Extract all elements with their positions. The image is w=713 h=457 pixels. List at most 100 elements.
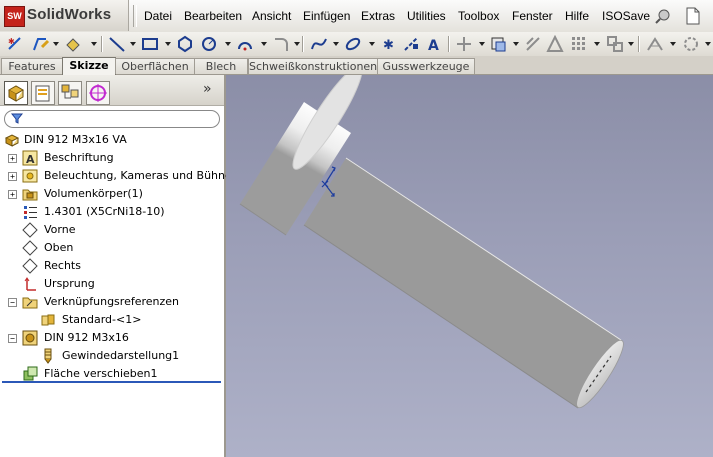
menu-bearbeiten[interactable]: Bearbeiten: [184, 9, 242, 23]
menu-hilfe[interactable]: Hilfe: [565, 9, 589, 23]
svg-text:✱: ✱: [8, 37, 15, 46]
offset-icon[interactable]: [524, 35, 542, 53]
pin-icon[interactable]: [654, 6, 676, 26]
mate-reference-icon: [41, 314, 55, 326]
menu-extras[interactable]: Extras: [361, 9, 395, 23]
plane-icon: [22, 258, 38, 274]
svg-text:A: A: [26, 153, 35, 166]
linear-pattern-icon[interactable]: [570, 35, 588, 53]
ellipse-icon[interactable]: [344, 35, 362, 53]
chevron-down-icon[interactable]: [594, 42, 600, 46]
new-document-icon[interactable]: [682, 6, 704, 26]
chevron-down-icon[interactable]: [513, 42, 519, 46]
configuration-manager-tab-icon[interactable]: [58, 81, 82, 105]
move-face-icon: [23, 366, 38, 381]
menu-ansicht[interactable]: Ansicht: [252, 9, 291, 23]
tab-oberflaechen[interactable]: Oberflächen: [115, 58, 195, 74]
panel-tabs: »: [0, 75, 224, 106]
feature-icon: [22, 330, 38, 346]
tab-schweisskonstruktionen[interactable]: Schweißkonstruktionen: [248, 58, 378, 74]
lights-cameras-icon: [22, 169, 38, 183]
chevron-down-icon[interactable]: [628, 42, 634, 46]
svg-text:A: A: [428, 38, 439, 53]
toolbar-separator: [638, 36, 640, 52]
tree-root-label: DIN 912 M3x16 VA: [24, 133, 127, 146]
tree-item-label: Rechts: [44, 259, 81, 272]
menu-toolbox[interactable]: Toolbox: [458, 9, 499, 23]
tree-item-label: Volumenkörper(1): [44, 187, 143, 200]
chevron-down-icon[interactable]: [670, 42, 676, 46]
convert-entities-icon[interactable]: [490, 35, 508, 53]
chevron-down-icon[interactable]: [479, 42, 485, 46]
chevron-down-icon[interactable]: [705, 42, 711, 46]
chevron-down-icon[interactable]: [91, 42, 97, 46]
display-manager-tab-icon[interactable]: [86, 81, 110, 105]
solidworks-logo-icon: SW: [4, 6, 25, 27]
collapse-icon[interactable]: −: [8, 334, 17, 343]
toolbar-separator: [302, 36, 304, 52]
chevron-down-icon[interactable]: [130, 42, 136, 46]
repair-sketch-icon[interactable]: [682, 35, 700, 53]
feature-manager-tab-icon[interactable]: [4, 81, 28, 105]
app-logo: SW SolidWorks: [0, 0, 129, 31]
chevron-down-icon[interactable]: [225, 42, 231, 46]
chevron-down-icon[interactable]: [369, 42, 375, 46]
tab-features[interactable]: Features: [1, 58, 63, 74]
spline-icon[interactable]: [310, 35, 328, 53]
rollback-bar[interactable]: [2, 381, 221, 383]
point-icon[interactable]: ✱: [380, 35, 398, 53]
relations-icon[interactable]: [646, 35, 664, 53]
text-icon[interactable]: A: [426, 35, 444, 54]
arc-icon[interactable]: [236, 35, 254, 53]
centerline-icon[interactable]: [402, 35, 420, 53]
tree-item-label: Oben: [44, 241, 74, 254]
rectangle-icon[interactable]: [141, 35, 159, 53]
feature-filter-input[interactable]: [4, 110, 220, 128]
chevron-down-icon[interactable]: [333, 42, 339, 46]
expand-panel-icon[interactable]: »: [203, 81, 212, 97]
tab-skizze[interactable]: Skizze: [62, 57, 116, 75]
part-icon: [4, 134, 20, 147]
tree-item-label: Fläche verschieben1: [44, 367, 158, 380]
move-entities-icon[interactable]: [606, 35, 624, 53]
circle-icon[interactable]: [200, 35, 218, 53]
graphics-viewport[interactable]: [226, 75, 713, 457]
tree-item-label: Gewindedarstellung1: [62, 349, 180, 362]
polygon-icon[interactable]: [176, 35, 194, 53]
tree-item-label: DIN 912 M3x16: [44, 331, 129, 344]
mate-references-icon: [22, 297, 38, 309]
tree-item-label: Ursprung: [44, 277, 95, 290]
eraser-icon[interactable]: [64, 35, 82, 53]
tab-gusswerkzeuge[interactable]: Gusswerkzeuge: [377, 58, 475, 74]
expand-icon[interactable]: +: [8, 190, 17, 199]
collapse-icon[interactable]: −: [8, 298, 17, 307]
plane-icon: [22, 222, 38, 238]
chevron-down-icon[interactable]: [53, 42, 59, 46]
sketch-icon[interactable]: [32, 35, 50, 53]
fillet-icon[interactable]: [272, 35, 290, 53]
chevron-down-icon[interactable]: [165, 42, 171, 46]
command-manager-tabs: Features Skizze Oberflächen Blech Schwei…: [0, 56, 713, 75]
trim-icon[interactable]: [455, 35, 473, 53]
screw-model[interactable]: [226, 75, 713, 457]
tree-item-label: Vorne: [44, 223, 76, 236]
property-manager-tab-icon[interactable]: [31, 81, 55, 105]
menu-einfuegen[interactable]: Einfügen: [303, 9, 350, 23]
expand-icon[interactable]: +: [8, 172, 17, 181]
menu-isosave[interactable]: ISOSave: [602, 9, 650, 23]
chevron-down-icon[interactable]: [294, 42, 300, 46]
mirror-icon[interactable]: [546, 34, 564, 53]
menu-fenster[interactable]: Fenster: [512, 9, 553, 23]
plane-icon: [22, 240, 38, 256]
tree-item-label: 1.4301 (X5CrNi18-10): [44, 205, 165, 218]
chevron-down-icon[interactable]: [261, 42, 267, 46]
expand-icon[interactable]: +: [8, 154, 17, 163]
menu-utilities[interactable]: Utilities: [407, 9, 446, 23]
tab-blech[interactable]: Blech: [194, 58, 248, 74]
tree-item-label: Verknüpfungsreferenzen: [44, 295, 180, 308]
menu-datei[interactable]: Datei: [144, 9, 172, 23]
svg-text:✱: ✱: [383, 38, 394, 53]
line-icon[interactable]: [108, 35, 126, 53]
smart-dimension-icon[interactable]: ✱: [6, 35, 24, 53]
origin-icon: [24, 277, 36, 291]
